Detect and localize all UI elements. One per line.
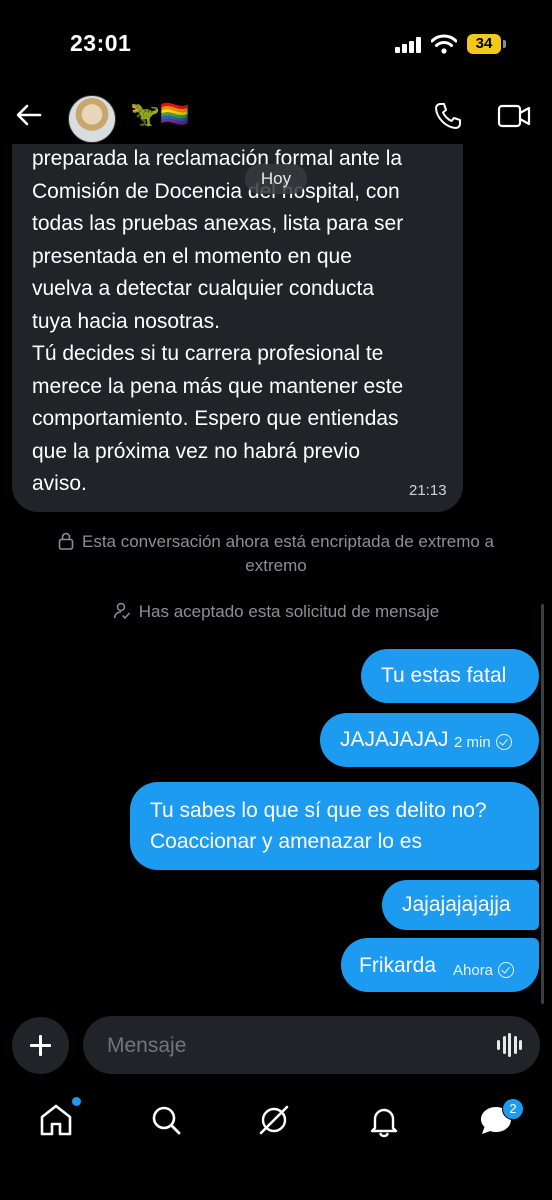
sent-message-bubble[interactable]: Frikarda Ahora — [341, 938, 539, 992]
add-attachment-button[interactable] — [12, 1017, 69, 1074]
person-check-icon — [113, 602, 130, 620]
encryption-notice-text: Esta conversación ahora está encriptada … — [81, 532, 495, 575]
grok-icon[interactable] — [254, 1100, 294, 1140]
phone-icon[interactable] — [432, 100, 464, 132]
contact-name-emoji[interactable]: 🦖🏳️‍🌈 — [130, 100, 190, 128]
battery-tip — [503, 40, 506, 48]
read-check-icon — [498, 962, 515, 978]
received-message-text: preparada la reclamación formal ante la … — [32, 147, 404, 495]
sent-message-time: 2 min — [454, 734, 491, 751]
voice-message-icon[interactable] — [497, 1033, 523, 1057]
accepted-request-notice: Has aceptado esta solicitud de mensaje — [30, 600, 522, 624]
message-input[interactable] — [105, 1016, 489, 1076]
status-time: 23:01 — [70, 30, 132, 56]
wifi-icon — [431, 34, 457, 54]
notifications-icon[interactable] — [364, 1100, 404, 1140]
avatar[interactable] — [68, 95, 116, 143]
signal-icon — [395, 37, 421, 53]
video-call-icon[interactable] — [497, 102, 531, 130]
sent-message-bubble[interactable]: Tu estas fatal — [361, 649, 539, 703]
date-divider: Hoy — [245, 164, 307, 194]
messages-badge: 2 — [502, 1098, 524, 1120]
scrollbar[interactable] — [541, 604, 544, 1004]
encryption-notice: Esta conversación ahora está encriptada … — [30, 530, 522, 578]
sent-message-text: JAJAJAJAJ — [340, 728, 449, 751]
sent-message-bubble[interactable]: Jajajajajajja — [382, 880, 539, 930]
lock-icon — [58, 532, 74, 550]
home-icon[interactable] — [36, 1100, 76, 1140]
search-icon[interactable] — [146, 1100, 186, 1140]
sent-message-bubble[interactable]: Tu sabes lo que sí que es delito no? Coa… — [130, 782, 539, 870]
sent-message-text: Frikarda — [359, 954, 437, 977]
sent-message-time: Ahora — [453, 962, 494, 979]
sent-message-text: Tu estas fatal — [381, 664, 507, 687]
received-message-time: 21:13 — [409, 482, 447, 499]
message-meta: Ahora — [453, 962, 515, 979]
read-check-icon — [495, 734, 512, 750]
sent-message-bubble[interactable]: JAJAJAJAJ 2 min — [320, 713, 539, 767]
message-composer[interactable] — [83, 1016, 540, 1076]
sent-message-text: Tu sabes lo que sí que es delito no? Coa… — [150, 799, 487, 853]
back-arrow-icon[interactable] — [12, 98, 46, 132]
home-unread-dot — [72, 1097, 81, 1106]
battery-indicator: 34 — [467, 34, 501, 54]
sent-message-text: Jajajajajajja — [402, 893, 511, 916]
accepted-notice-text: Has aceptado esta solicitud de mensaje — [138, 602, 440, 621]
message-meta: 2 min — [454, 734, 512, 751]
